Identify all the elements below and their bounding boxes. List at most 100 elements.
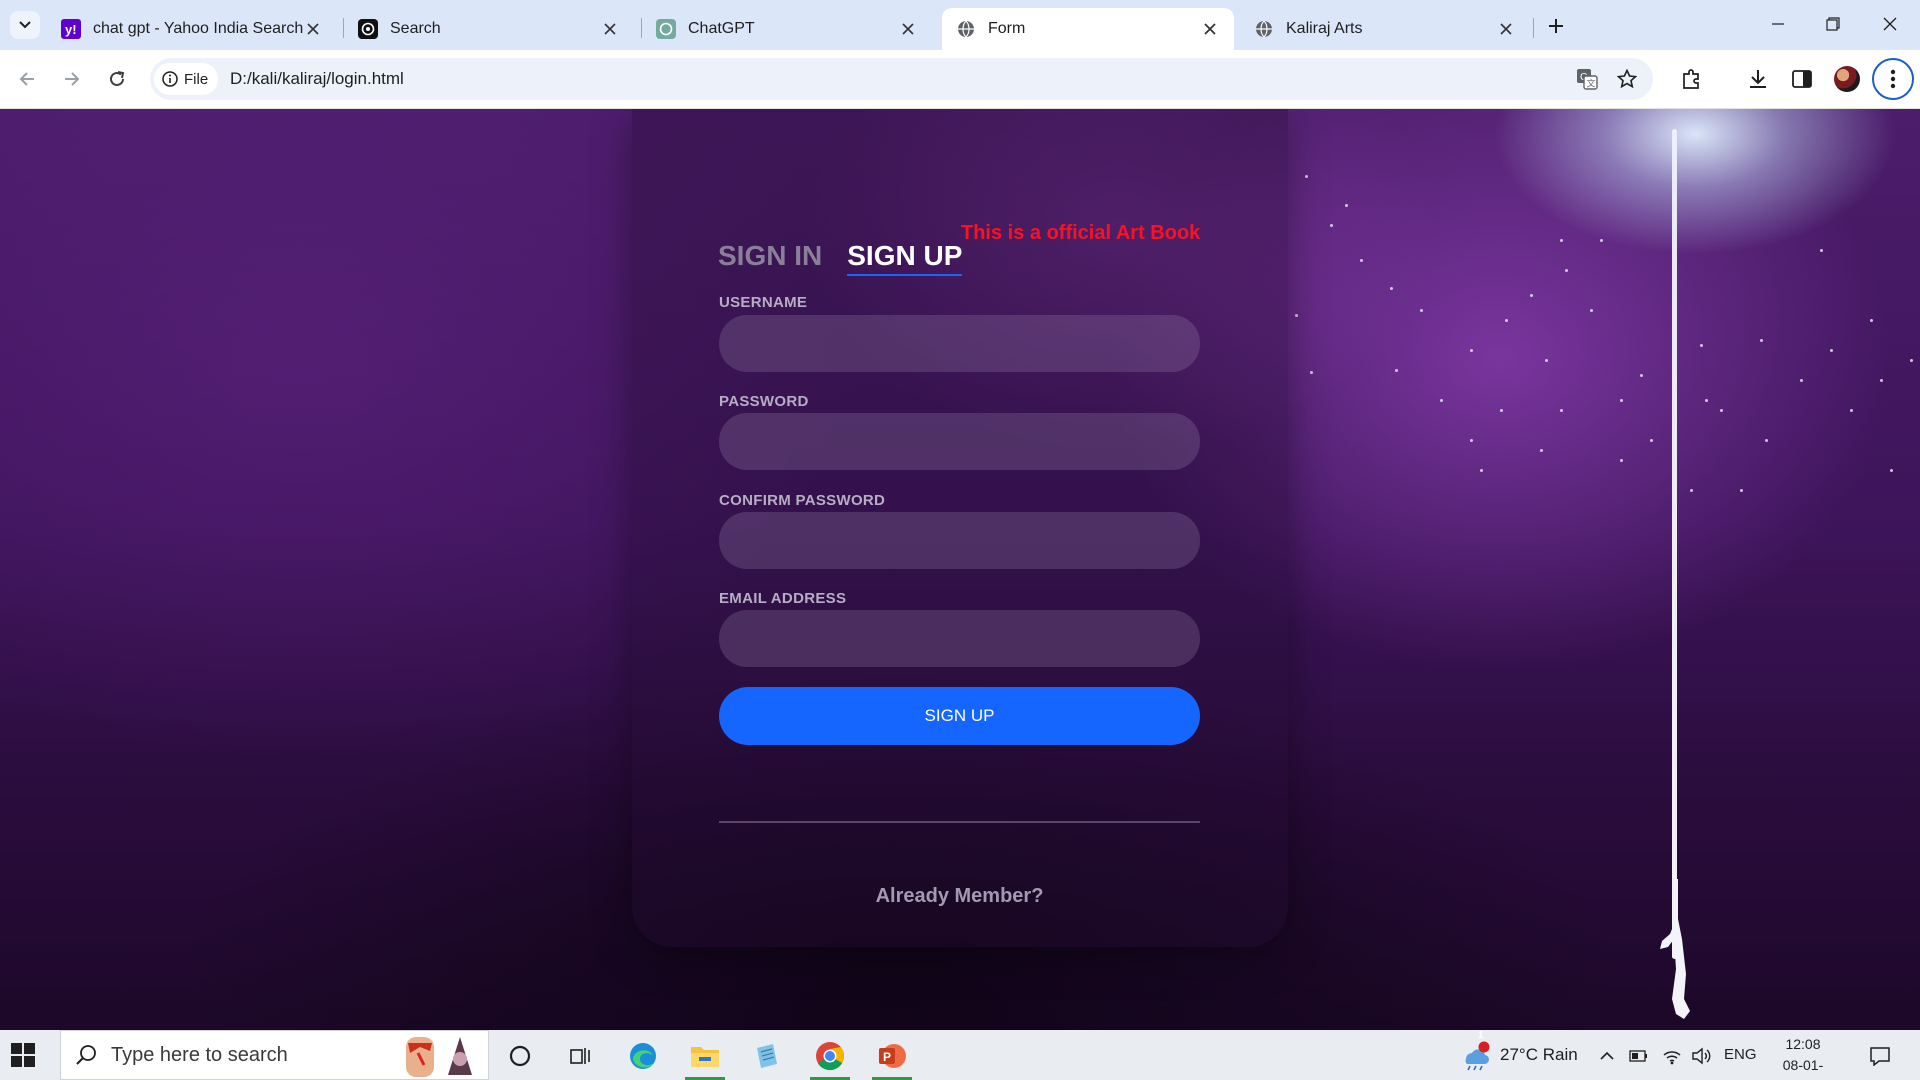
close-icon (1883, 17, 1897, 31)
star-decoration (1560, 409, 1563, 412)
notepad-icon[interactable] (747, 1038, 787, 1074)
info-icon (162, 71, 178, 87)
restore-button[interactable] (1815, 8, 1851, 40)
tab-title: chat gpt - Yahoo India Search R (93, 20, 303, 37)
star-decoration (1560, 239, 1563, 242)
sign-up-button[interactable]: SIGN UP (719, 687, 1200, 745)
system-clock[interactable]: 12:08 08-01-2024 (1768, 1034, 1838, 1080)
cortana-icon[interactable] (500, 1038, 540, 1074)
close-icon[interactable] (1200, 19, 1220, 39)
star-decoration (1305, 175, 1308, 178)
close-icon[interactable] (898, 19, 918, 39)
star-decoration (1345, 204, 1348, 207)
chrome-icon[interactable] (810, 1038, 850, 1080)
powerpoint-icon[interactable]: P (872, 1038, 912, 1080)
confirm-password-input[interactable] (719, 512, 1200, 569)
clock-time: 12:08 (1785, 1036, 1821, 1052)
profile-avatar[interactable] (1834, 66, 1860, 92)
star-decoration (1830, 349, 1833, 352)
star-decoration (1765, 439, 1768, 442)
language-indicator[interactable]: ENG (1724, 1046, 1757, 1063)
taskbar-search-box[interactable]: Type here to search (60, 1030, 489, 1080)
star-decoration (1690, 489, 1693, 492)
forward-button[interactable] (57, 64, 87, 94)
star-decoration (1330, 224, 1333, 227)
star-decoration (1620, 459, 1623, 462)
tab-yahoo-search[interactable]: y! chat gpt - Yahoo India Search R (47, 8, 337, 50)
star-decoration (1720, 409, 1723, 412)
star-decoration (1700, 344, 1703, 347)
star-decoration (1360, 259, 1363, 262)
battery-icon[interactable] (1624, 1038, 1654, 1074)
minimize-button[interactable] (1760, 8, 1796, 40)
svg-text:y!: y! (65, 22, 77, 37)
file-explorer-icon[interactable] (685, 1038, 725, 1080)
bookmark-star-icon[interactable] (1614, 66, 1640, 92)
star-decoration (1295, 314, 1298, 317)
notification-center-icon[interactable] (1860, 1038, 1900, 1074)
tab-chatgpt[interactable]: ChatGPT (642, 8, 932, 50)
chevron-down-icon (19, 21, 31, 29)
star-decoration (1820, 249, 1823, 252)
email-input[interactable] (719, 610, 1200, 667)
tab-form[interactable]: Form (942, 8, 1234, 50)
tab-title: Form (988, 20, 1026, 37)
star-decoration (1870, 319, 1873, 322)
username-input[interactable] (719, 315, 1200, 372)
star-decoration (1480, 469, 1483, 472)
reload-button[interactable] (102, 64, 132, 94)
download-icon[interactable] (1743, 64, 1773, 94)
close-icon[interactable] (303, 19, 323, 39)
clock-date: 08-01-2024 (1782, 1057, 1824, 1080)
back-button[interactable] (12, 64, 42, 94)
climbing-figure-illustration (1660, 879, 1690, 1019)
chip-label: File (184, 70, 209, 88)
side-panel-icon[interactable] (1787, 64, 1817, 94)
star-decoration (1390, 287, 1393, 290)
wifi-icon[interactable] (1657, 1038, 1687, 1074)
star-decoration (1420, 309, 1423, 312)
restore-icon (1826, 17, 1840, 31)
tab-sign-up[interactable]: SIGN UP (847, 240, 963, 276)
rope-decoration (1672, 129, 1677, 959)
weather-icon[interactable] (1458, 1038, 1492, 1074)
tab-search-button[interactable] (10, 11, 40, 39)
url-text[interactable]: D:/kali/kaliraj/login.html (230, 69, 404, 89)
browser-toolbar: File D:/kali/kaliraj/login.html G文 (0, 50, 1920, 109)
browser-menu-button[interactable] (1872, 58, 1914, 100)
svg-text:文: 文 (1587, 78, 1596, 89)
chatgpt-icon (656, 19, 676, 39)
extensions-icon[interactable] (1676, 64, 1706, 94)
tab-kaliraj-arts[interactable]: Kaliraj Arts (1240, 8, 1530, 50)
new-tab-button[interactable] (1542, 12, 1570, 40)
search-placeholder: Type here to search (111, 1043, 288, 1066)
address-bar[interactable]: File D:/kali/kaliraj/login.html G文 (150, 58, 1653, 100)
close-window-button[interactable] (1872, 8, 1908, 40)
star-decoration (1640, 374, 1643, 377)
site-info-chip[interactable]: File (154, 63, 219, 95)
already-member-link[interactable]: Already Member? (719, 885, 1200, 908)
reload-icon (110, 71, 125, 86)
translate-icon[interactable]: G文 (1574, 66, 1600, 92)
volume-icon[interactable] (1687, 1038, 1717, 1074)
star-decoration (1800, 379, 1803, 382)
tab-search[interactable]: Search (344, 8, 634, 50)
star-decoration (1890, 469, 1893, 472)
star-decoration (1740, 489, 1743, 492)
chevron-up-icon[interactable] (1592, 1038, 1622, 1074)
weather-text[interactable]: 27°C Rain (1500, 1045, 1578, 1065)
task-view-icon[interactable] (560, 1038, 600, 1074)
windows-start-icon[interactable] (10, 1042, 36, 1068)
tab-sign-in[interactable]: SIGN IN (718, 240, 822, 276)
yahoo-icon: y! (61, 19, 81, 39)
star-decoration (1910, 359, 1913, 362)
star-decoration (1705, 399, 1708, 402)
close-icon[interactable] (1496, 19, 1516, 39)
star-decoration (1850, 409, 1853, 412)
close-icon[interactable] (600, 19, 620, 39)
arrow-left-icon (19, 72, 34, 86)
password-input[interactable] (719, 413, 1200, 470)
weather-badge: 1 (1478, 1030, 1484, 1041)
edge-icon[interactable] (623, 1038, 663, 1074)
star-decoration (1590, 309, 1593, 312)
